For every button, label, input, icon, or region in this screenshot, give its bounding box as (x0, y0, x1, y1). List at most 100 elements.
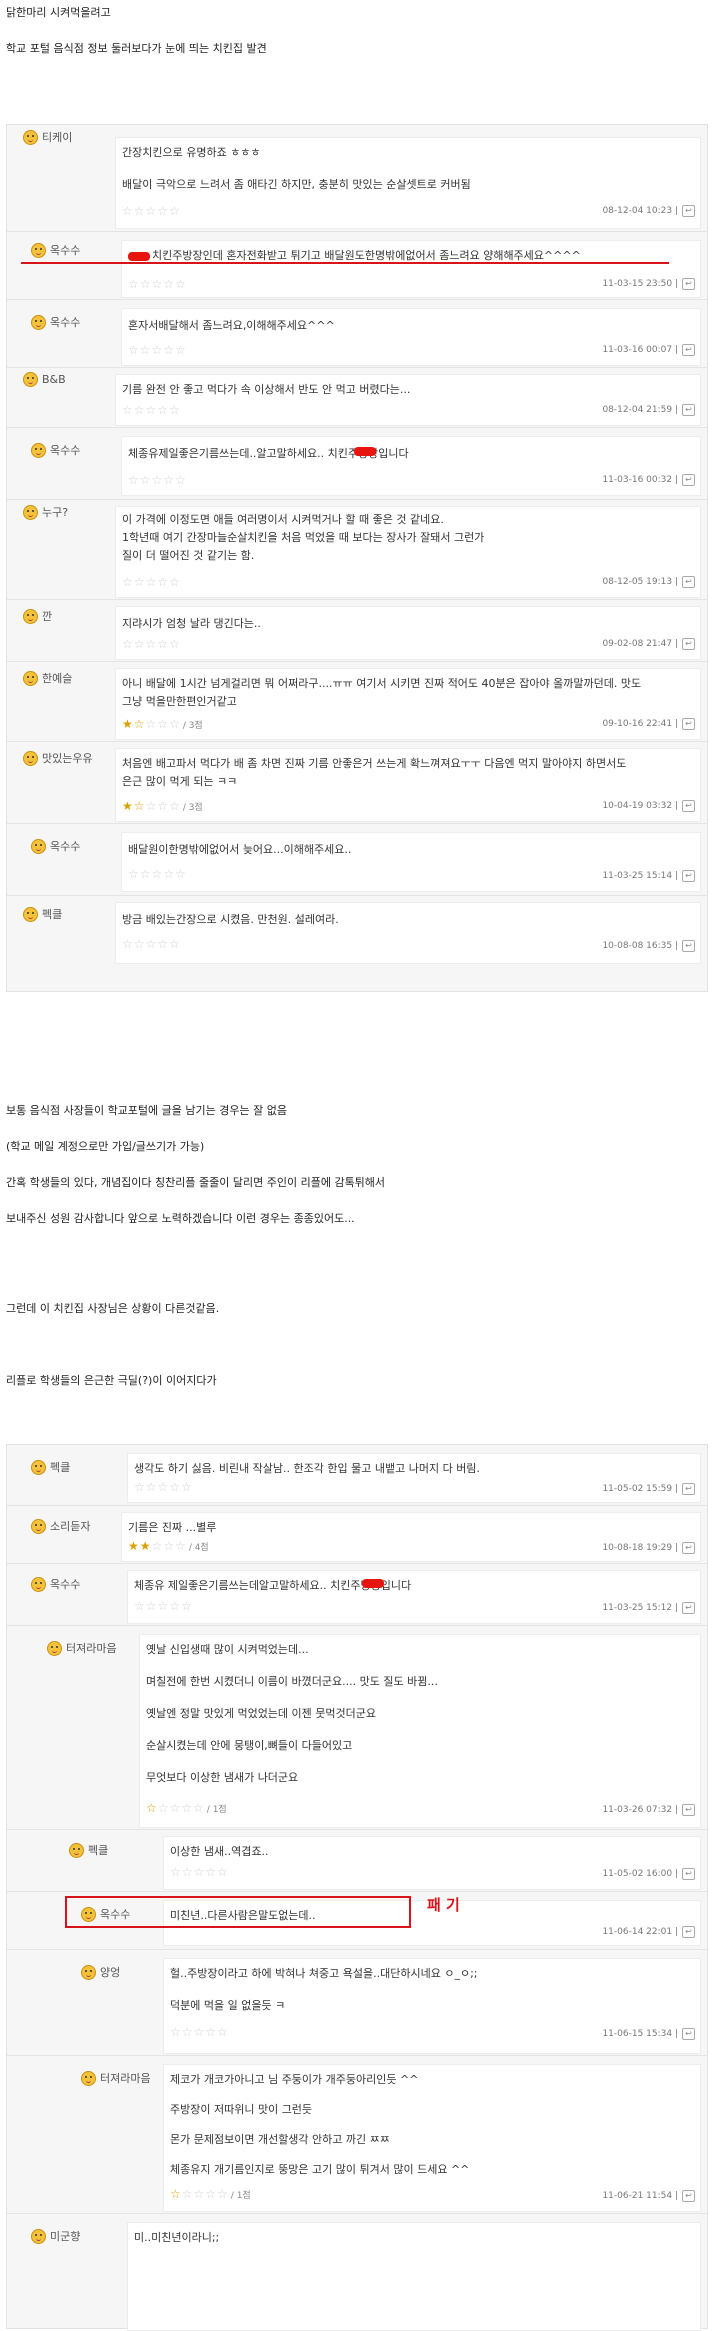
nickname: 소리듣자 (31, 1518, 90, 1536)
body-paragraph: (학교 메일 계정으로만 가입/글쓰기가 가능) (6, 1140, 205, 1153)
star-rating: ☆☆☆☆☆ (128, 277, 187, 291)
smiley-face-icon (31, 442, 46, 458)
comment-row: 옥수수 치킨주방장인데 혼자전화받고 튀기고 배달원도한명밖에없어서 좀느려요 … (7, 231, 707, 300)
star-rating: ☆☆☆☆☆ (170, 2025, 229, 2039)
red-censor-mark (362, 1579, 384, 1588)
reply-icon[interactable]: ↩ (682, 870, 695, 882)
star-rating: ☆☆☆☆☆/ 1점 (146, 1801, 227, 1815)
nickname: 펙클 (69, 1842, 108, 1860)
comment-date: 10-08-08 16:35 | (602, 941, 678, 951)
comment-date: 08-12-04 10:23 | (602, 206, 678, 216)
star-rating: ☆☆☆☆☆ (122, 575, 181, 589)
nickname: 맛있는우유 (23, 750, 93, 768)
comment-date: 11-05-02 16:00 | (602, 1869, 678, 1879)
comment-text: 치킨주방장인데 혼자전화받고 튀기고 배달원도한명밖에없어서 좀느려요 양해해주… (128, 247, 581, 263)
reply-icon[interactable]: ↩ (682, 474, 695, 486)
comment-date: 11-03-25 15:14 | (602, 871, 678, 881)
comment-text: 혼자서배달해서 좀느려요,이해해주세요^^^ (128, 319, 335, 332)
comment-date: 11-03-25 15:12 | (602, 1603, 678, 1613)
comment-text: 그냥 먹을만한편인거같고 (122, 695, 237, 708)
comment-body: 미..미친년이라니;; (127, 2222, 701, 2331)
comment-text: 순살시켰는데 안에 뭉탱이,뼈들이 다들어있고 (146, 1739, 353, 1752)
comment-text: 배달이 극악으로 느려서 좀 애타긴 하지만, 충분히 맛있는 순살셋트로 커버… (122, 178, 471, 191)
smiley-face-icon (23, 504, 38, 520)
highlight-box (65, 1896, 411, 1928)
nickname: 옥수수 (31, 314, 80, 332)
comment-row: 옥수수 체종유제일좋은기름쓰는데..알고말하세요.. 치킨주방장입니다 ☆☆☆☆… (7, 427, 707, 500)
reply-icon[interactable]: ↩ (682, 1804, 695, 1816)
comment-date: 10-08-18 19:29 | (602, 1543, 678, 1553)
reply-icon[interactable]: ↩ (682, 638, 695, 650)
smiley-face-icon (31, 242, 46, 258)
comment-text: 몬가 문제점보이면 개선할생각 안하고 까긴 ㅉㅉ (170, 2133, 390, 2146)
comment-body: 이 가격에 이정도면 애들 여러명이서 시켜먹거나 할 때 좋은 것 같네요. … (115, 506, 701, 598)
comment-body: 체종유제일좋은기름쓰는데..알고말하세요.. 치킨주방장입니다 ☆☆☆☆☆ 11… (121, 436, 701, 496)
reply-icon[interactable]: ↩ (682, 2190, 695, 2202)
comment-text: 질이 더 떨어진 것 같기는 함. (122, 549, 255, 562)
comment-body: 지랴시가 엄청 날라 댕긴다는.. ☆☆☆☆☆ 09-02-08 21:47 |… (115, 606, 701, 660)
comment-body: 제코가 개코가아니고 님 주둥이가 개주둥아리인듯 ^^ 주방장이 저따위니 맛… (163, 2064, 701, 2212)
nickname: 옥수수 (31, 442, 80, 460)
comment-row: 소리듣자 기름은 진짜 ...별루 ★★☆☆☆/ 4점 10-08-18 19:… (7, 1505, 707, 1564)
reply-icon[interactable]: ↩ (682, 1868, 695, 1880)
comment-body: 배달원이한명밖에없어서 늦어요...이해해주세요.. ☆☆☆☆☆ 11-03-2… (121, 832, 701, 892)
nickname: 옥수수 (31, 838, 80, 856)
reply-icon[interactable]: ↩ (682, 718, 695, 730)
comment-text: 지랴시가 엄청 날라 댕긴다는.. (122, 617, 261, 630)
smiley-face-icon (23, 906, 38, 922)
reply-icon[interactable]: ↩ (682, 278, 695, 290)
comment-body: 이상한 냄새..역겹죠.. ☆☆☆☆☆ 11-05-02 16:00 | ↩ (163, 1836, 701, 1890)
star-rating: ☆☆☆☆☆ (122, 403, 181, 417)
comment-date: 11-03-26 07:32 | (602, 1805, 678, 1815)
comment-text: 은근 많이 먹게 되는 ㅋㅋ (122, 775, 238, 788)
reply-icon[interactable]: ↩ (682, 2028, 695, 2040)
comment-date: 08-12-04 21:59 | (602, 405, 678, 415)
comment-date: 08-12-05 19:13 | (602, 577, 678, 587)
nickname: 티케이 (23, 129, 72, 147)
reply-icon[interactable]: ↩ (682, 344, 695, 356)
star-rating: ★☆☆☆☆/ 3점 (122, 799, 203, 813)
comment-body: 체종유 제일좋은기름쓰는데알고말하세요.. 치킨주방장입니다 ☆☆☆☆☆ 11-… (127, 1570, 701, 1624)
comment-date: 09-10-16 22:41 | (602, 719, 678, 729)
comment-text: 기름 완전 안 좋고 먹다가 속 이상해서 반도 안 먹고 버렸다는... (122, 383, 411, 396)
body-paragraph: 보통 음식점 사장들이 학교포털에 글을 남기는 경우는 잘 없음 (6, 1104, 287, 1117)
comment-row: 터져라마음 옛날 신입생때 많이 시켜먹었는데... 며칠전에 한번 시켰더니 … (7, 1625, 707, 1830)
comment-date: 11-06-21 11:54 | (602, 2191, 678, 2201)
star-rating: ☆☆☆☆☆ (134, 1480, 193, 1494)
nickname: 펙클 (31, 1459, 70, 1477)
star-rating: ★☆☆☆☆/ 3점 (122, 717, 203, 731)
comment-row: 펙클 생각도 하기 싫음. 비린내 작살남.. 한조각 한입 물고 내뱉고 나머… (7, 1445, 707, 1505)
reply-icon[interactable]: ↩ (682, 1483, 695, 1495)
body-paragraph: 보내주신 성원 감사합니다 앞으로 노력하겠습니다 이런 경우는 종종있어도..… (6, 1212, 355, 1225)
comment-text: 며칠전에 한번 시켰더니 이름이 바꼈더군요.... 맛도 질도 바뀜... (146, 1675, 438, 1688)
reply-icon[interactable]: ↩ (682, 1602, 695, 1614)
reply-icon[interactable]: ↩ (682, 576, 695, 588)
annotation-label: 패 기 (427, 1896, 460, 1914)
comment-row: 터져라마음 제코가 개코가아니고 님 주둥이가 개주둥아리인듯 ^^ 주방장이 … (7, 2055, 707, 2214)
comment-text: 제코가 개코가아니고 님 주둥이가 개주둥아리인듯 ^^ (170, 2073, 419, 2086)
reply-icon[interactable]: ↩ (682, 1542, 695, 1554)
smiley-face-icon (23, 129, 38, 145)
comment-row: 맛있는우유 처음엔 배고파서 먹다가 배 좀 차면 진짜 기름 안좋은거 쓰는게… (7, 741, 707, 824)
nickname: 양엉 (81, 1964, 120, 1982)
nickname: 깐 (23, 608, 52, 626)
comment-text: 1학년때 여기 간장마늘순살치킨을 처음 먹었을 때 보다는 장사가 잘돼서 그… (122, 531, 485, 544)
smiley-face-icon (31, 1576, 46, 1592)
smiley-face-icon (81, 2070, 96, 2086)
comment-text: 이상한 냄새..역겹죠.. (170, 1845, 269, 1858)
reply-icon[interactable]: ↩ (682, 940, 695, 952)
comment-date: 11-03-16 00:32 | (602, 475, 678, 485)
reply-icon[interactable]: ↩ (682, 800, 695, 812)
nickname: 미군향 (31, 2228, 80, 2246)
reply-icon[interactable]: ↩ (682, 205, 695, 217)
comment-row: 옥수수 혼자서배달해서 좀느려요,이해해주세요^^^ ☆☆☆☆☆ 11-03-1… (7, 299, 707, 368)
nickname: B&B (23, 372, 66, 390)
comment-text: 옛날 신입생때 많이 시켜먹었는데... (146, 1643, 309, 1656)
comment-text: 아니 배달에 1시간 넘게걸리면 뭐 어쩌라구....ㅠㅠ 여기서 시키면 진짜… (122, 677, 642, 690)
smiley-face-icon (23, 372, 38, 387)
comment-row: 펙클 이상한 냄새..역겹죠.. ☆☆☆☆☆ 11-05-02 16:00 | … (7, 1829, 707, 1892)
comment-text: 헐..주방장이라고 하에 박혀나 쳐중고 욕설을..대단하시네요 ㅇ_ㅇ;; (170, 1967, 478, 1980)
reply-icon[interactable]: ↩ (682, 404, 695, 416)
nickname: 누구? (23, 504, 68, 522)
reply-icon[interactable]: ↩ (682, 1926, 695, 1938)
